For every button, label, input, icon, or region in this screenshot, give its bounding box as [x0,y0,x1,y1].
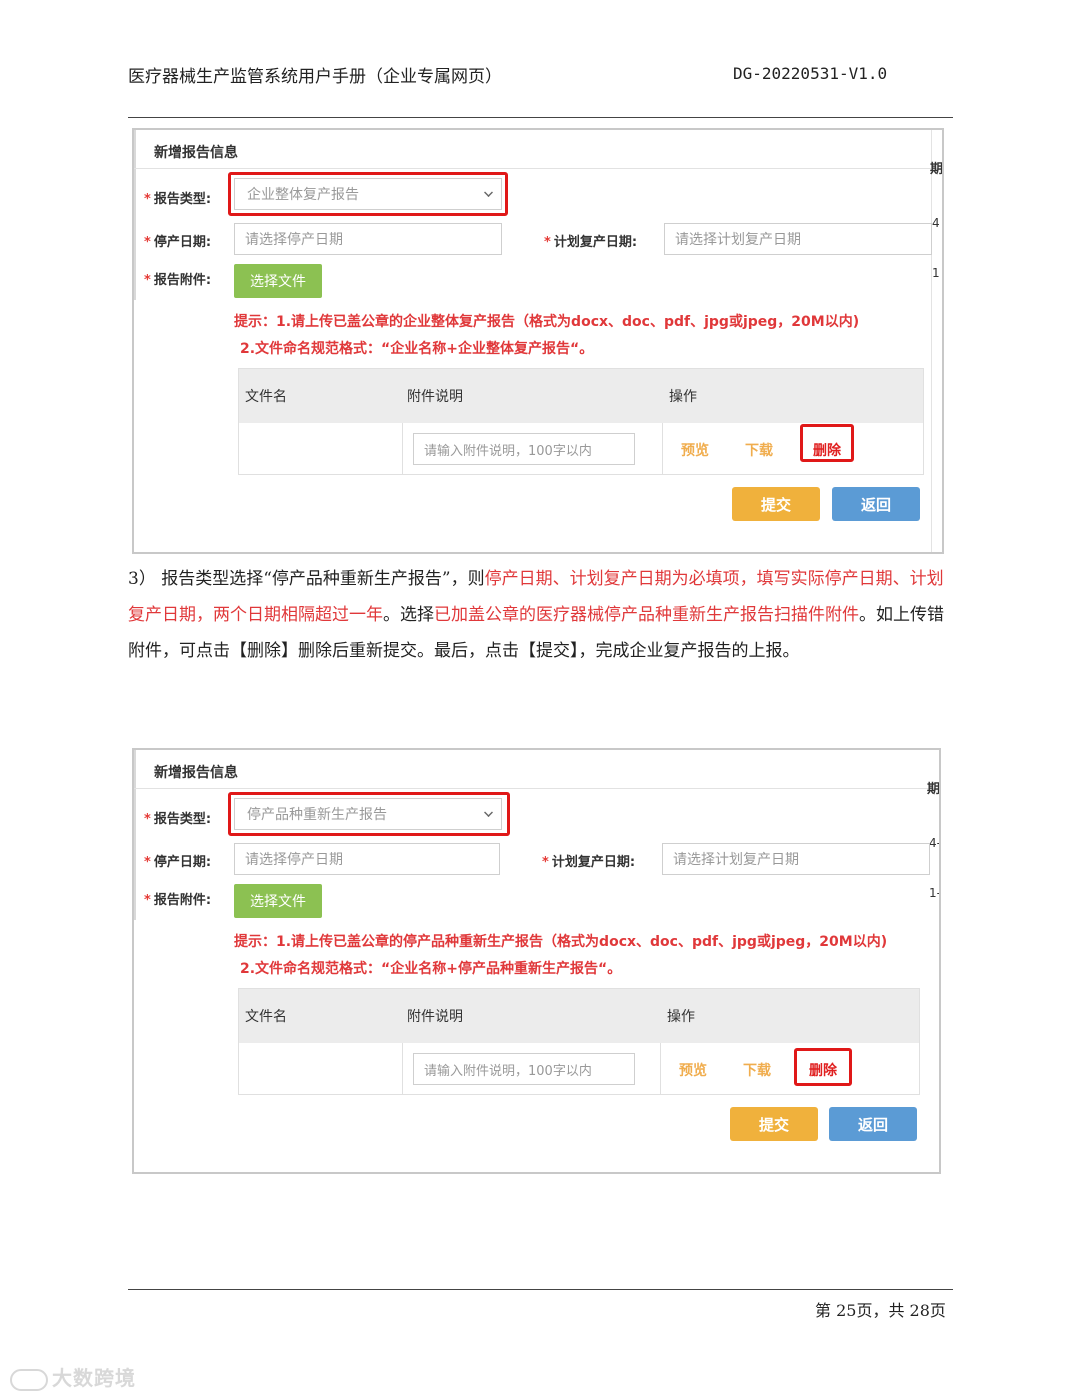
choose-file-button[interactable]: 选择文件 [234,884,322,918]
upload-hint-2: 2.文件命名规范格式：“企业名称+停产品种重新生产报告“。 [240,961,622,977]
edge-cell-fragment: 1 [932,266,940,280]
left-divider [134,750,136,920]
highlight-frame [228,792,510,836]
download-link[interactable]: 下载 [743,1060,771,1080]
title-divider [134,788,939,789]
download-link[interactable]: 下载 [745,440,773,460]
column-header-description: 附件说明 [407,389,463,405]
preview-link[interactable]: 预览 [679,1060,707,1080]
report-type-label: * 报告类型: [144,812,212,827]
plan-date-label: * 计划复产日期: [544,235,638,250]
choose-file-button[interactable]: 选择文件 [234,264,322,298]
column-divider [402,1043,403,1095]
upload-hint-2: 2.文件命名规范格式：“企业名称+企业整体复产报告“。 [240,341,594,357]
plan-date-input[interactable]: 请选择计划复产日期 [662,843,930,875]
right-divider [931,130,932,552]
stop-date-input[interactable]: 请选择停产日期 [234,223,502,255]
attachment-description-input[interactable]: 请输入附件说明，100字以内 [413,1053,635,1085]
back-button[interactable]: 返回 [832,487,920,521]
preview-link[interactable]: 预览 [681,440,709,460]
paragraph-text: 。选择 [383,605,434,625]
stop-date-label: * 停产日期: [144,235,212,250]
highlight-frame [228,172,508,216]
column-header-description: 附件说明 [407,1009,463,1025]
column-header-operations: 操作 [667,1009,695,1025]
attachment-label: * 报告附件: [144,893,212,908]
page-number: 第 25页，共 28页 [815,1301,946,1320]
report-form-screenshot-1: 新增报告信息 期 4 1 * 报告类型: 企业整体复产报告 * 停产日期: 请选择停… [132,128,944,554]
column-header-filename: 文件名 [245,1009,287,1025]
attachment-description-input[interactable]: 请输入附件说明，100字以内 [413,433,635,465]
watermark-text: 大数跨境 [52,1366,136,1390]
table-header [239,989,919,1043]
column-header-filename: 文件名 [245,389,287,405]
paragraph-text: 3） 报告类型选择“停产品种重新生产报告”，则 [128,569,485,589]
highlight-frame [800,424,854,462]
left-divider [134,130,136,300]
document-title: 医疗器械生产监管系统用户手册（企业专属网页） [128,67,502,87]
page-header: 医疗器械生产监管系统用户手册（企业专属网页） DG-20220531-V1.0 [128,62,953,118]
highlight-frame [794,1048,852,1086]
edge-cell-fragment: 4 [932,216,940,230]
stop-date-input[interactable]: 请选择停产日期 [234,843,500,875]
title-divider [134,168,942,169]
attachment-label: * 报告附件: [144,273,212,288]
edge-column-fragment: 期 [930,162,942,177]
edge-cell-fragment: 1- [929,886,939,900]
edge-cell-fragment: 4- [929,836,939,850]
report-type-label: * 报告类型: [144,192,212,207]
back-button[interactable]: 返回 [829,1107,917,1141]
submit-button[interactable]: 提交 [730,1107,818,1141]
column-divider [660,1043,661,1095]
report-form-screenshot-2: 新增报告信息 期 4- 1- *报告类型: 停产品种重新生产报告 *停产日期: … [132,748,941,1174]
paragraph-highlight: 已加盖公章的医疗器械停产品种重新生产报告扫描件附件 [434,605,859,625]
submit-button[interactable]: 提交 [732,487,820,521]
column-divider [402,423,403,475]
plan-date-label: * 计划复产日期: [542,855,636,870]
stop-date-label: * 停产日期: [144,855,212,870]
plan-date-input[interactable]: 请选择计划复产日期 [664,223,932,255]
card-title: 新增报告信息 [154,765,238,781]
document-code: DG-20220531-V1.0 [733,64,888,83]
card-title: 新增报告信息 [154,145,238,161]
watermark-logo-icon [10,1368,48,1391]
edge-column-fragment: 期 [927,782,939,797]
instruction-paragraph: 3） 报告类型选择“停产品种重新生产报告”，则停产日期、计划复产日期为必填项，填… [128,561,948,669]
upload-hint-1: 提示：1.请上传已盖公章的停产品种重新生产报告（格式为docx、doc、pdf、… [234,934,888,950]
watermark: 大数跨境 [10,1362,136,1391]
column-header-operations: 操作 [669,389,697,405]
upload-hint-1: 提示：1.请上传已盖公章的企业整体复产报告（格式为docx、doc、pdf、jp… [234,314,860,330]
table-header [239,369,923,423]
column-divider [662,423,663,475]
footer-divider [128,1289,953,1290]
